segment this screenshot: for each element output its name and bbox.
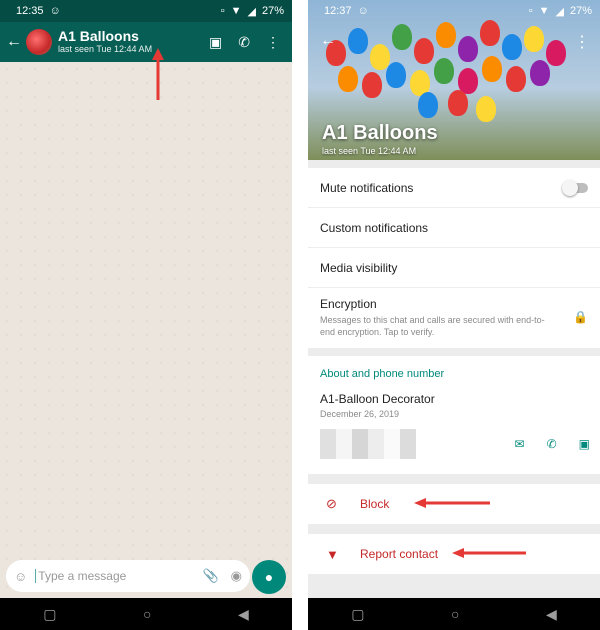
custom-label: Custom notifications bbox=[320, 220, 429, 235]
mic-button[interactable]: ● bbox=[252, 560, 286, 594]
vibrate-icon: ▫ bbox=[528, 5, 533, 17]
about-date: December 26, 2019 bbox=[320, 409, 400, 419]
mute-notifications-row[interactable]: Mute notifications bbox=[308, 168, 600, 208]
back-icon[interactable]: ◀ bbox=[238, 606, 249, 623]
status-bar: 12:35 ☺ ▫ ▼ ◢ 27% bbox=[0, 0, 292, 22]
wifi-icon: ▼ bbox=[538, 5, 550, 17]
report-label: Report contact bbox=[360, 547, 439, 561]
message-composer[interactable]: ☺ Type a message 📎 ◉ bbox=[6, 560, 250, 592]
avatar[interactable] bbox=[26, 29, 52, 55]
thumbs-down-icon: ▼ bbox=[326, 546, 339, 562]
redacted-phone-number bbox=[320, 429, 416, 459]
phone-icon[interactable]: ✆ bbox=[238, 34, 250, 51]
emoji-icon[interactable]: ☺ bbox=[14, 569, 27, 584]
chat-wallpaper bbox=[0, 62, 292, 598]
chat-title-block[interactable]: A1 Balloons last seen Tue 12:44 AM bbox=[58, 28, 153, 54]
phone-icon[interactable]: ✆ bbox=[547, 437, 557, 451]
about-text[interactable]: A1-Balloon Decorator bbox=[308, 380, 600, 406]
status-bar: 12:37 ☺ ▫ ▼ ◢ 27% bbox=[308, 0, 600, 22]
signal-icon: ◢ bbox=[555, 5, 564, 18]
about-card: About and phone number A1-Balloon Decora… bbox=[308, 356, 600, 474]
battery-level: 27% bbox=[261, 5, 284, 17]
recents-icon[interactable]: ▢ bbox=[43, 606, 56, 623]
last-seen: last seen Tue 12:44 AM bbox=[58, 43, 153, 54]
chat-screen: 12:35 ☺ ▫ ▼ ◢ 27% ← A1 Balloons last see… bbox=[0, 0, 292, 630]
wifi-icon: ▼ bbox=[230, 5, 242, 17]
back-arrow-icon[interactable]: ← bbox=[320, 32, 336, 50]
status-time: 12:37 bbox=[324, 5, 352, 17]
status-time: 12:35 bbox=[16, 5, 44, 17]
signal-icon: ◢ bbox=[247, 5, 256, 18]
account-icon: ☺ bbox=[49, 5, 61, 17]
encryption-row[interactable]: Encryption Messages to this chat and cal… bbox=[308, 288, 600, 348]
encryption-desc: Messages to this chat and calls are secu… bbox=[320, 315, 545, 337]
contact-info-screen: 12:37 ☺ ▫ ▼ ◢ 27% A1 Balloons last seen … bbox=[308, 0, 600, 630]
message-icon[interactable]: ✉ bbox=[515, 437, 525, 451]
encryption-label: Encryption bbox=[320, 297, 377, 312]
mute-toggle[interactable] bbox=[562, 179, 588, 196]
attach-icon[interactable]: 📎 bbox=[202, 568, 218, 584]
about-section-title: About and phone number bbox=[320, 368, 445, 380]
chat-name[interactable]: A1 Balloons bbox=[58, 28, 152, 44]
annotation-arrow bbox=[452, 548, 526, 558]
media-visibility-row[interactable]: Media visibility bbox=[308, 248, 600, 288]
media-label: Media visibility bbox=[320, 260, 398, 275]
last-seen: last seen Tue 12:44 AM bbox=[322, 146, 417, 156]
chat-header[interactable]: ← A1 Balloons last seen Tue 12:44 AM ▣ ✆… bbox=[0, 22, 292, 62]
custom-notifications-row[interactable]: Custom notifications bbox=[308, 208, 600, 248]
camera-icon[interactable]: ◉ bbox=[231, 568, 242, 584]
lock-icon: 🔒 bbox=[573, 310, 588, 324]
block-icon: ⊘ bbox=[326, 496, 337, 511]
nav-bar: ▢ ○ ◀ bbox=[308, 598, 600, 630]
more-icon[interactable]: ⋮ bbox=[266, 34, 280, 51]
nav-bar: ▢ ○ ◀ bbox=[0, 598, 292, 630]
home-icon[interactable]: ○ bbox=[451, 606, 459, 622]
annotation-arrow bbox=[414, 498, 490, 508]
phone-number-row[interactable]: ✉ ✆ ▣ bbox=[308, 419, 600, 465]
vibrate-icon: ▫ bbox=[220, 5, 225, 17]
video-call-icon[interactable]: ▣ bbox=[579, 437, 590, 451]
message-input[interactable]: Type a message bbox=[35, 569, 126, 583]
mute-label: Mute notifications bbox=[320, 180, 414, 195]
contact-photo[interactable]: A1 Balloons last seen Tue 12:44 AM bbox=[308, 0, 600, 160]
recents-icon[interactable]: ▢ bbox=[351, 606, 364, 623]
mic-icon: ● bbox=[264, 569, 274, 585]
home-icon[interactable]: ○ bbox=[143, 606, 151, 622]
annotation-arrow bbox=[152, 48, 164, 100]
video-call-icon[interactable]: ▣ bbox=[209, 34, 222, 51]
back-icon[interactable]: ◀ bbox=[546, 606, 557, 623]
account-icon: ☺ bbox=[357, 5, 369, 17]
more-icon[interactable]: ⋮ bbox=[574, 32, 590, 52]
back-arrow-icon[interactable]: ← bbox=[6, 33, 22, 51]
contact-name: A1 Balloons bbox=[322, 122, 438, 144]
settings-card: Mute notifications Custom notifications … bbox=[308, 168, 600, 348]
block-label: Block bbox=[360, 497, 390, 511]
battery-level: 27% bbox=[569, 5, 592, 17]
